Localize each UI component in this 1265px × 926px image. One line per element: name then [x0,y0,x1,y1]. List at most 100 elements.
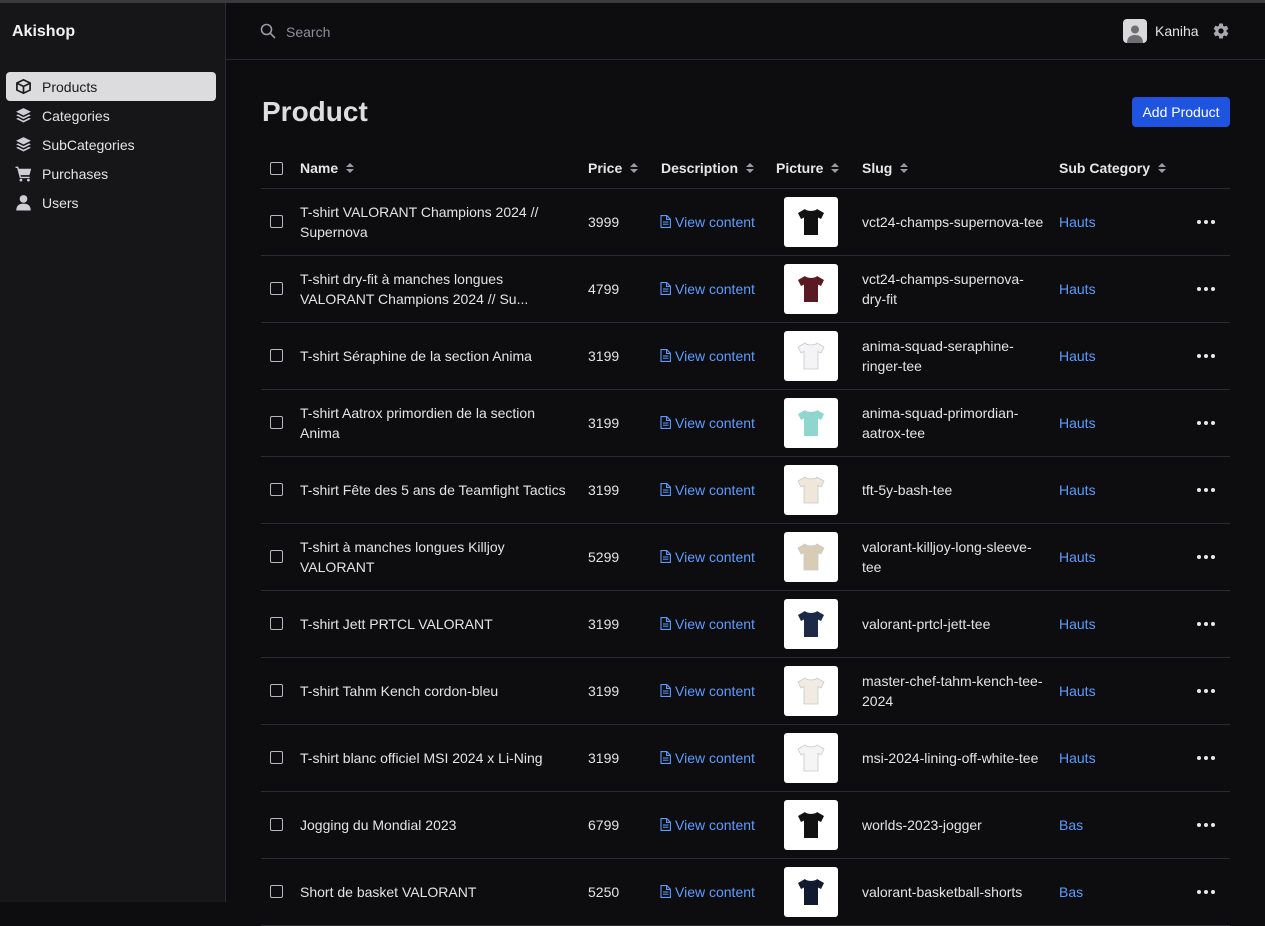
document-icon [660,617,671,630]
garment-image [798,409,824,436]
view-content-link[interactable]: View content [660,457,755,522]
more-horizontal-icon [1197,688,1215,693]
view-content-link[interactable]: View content [660,591,755,656]
view-content-link[interactable]: View content [660,725,755,790]
sub-category-link[interactable]: Hauts [1059,591,1096,656]
sub-category-link[interactable]: Hauts [1059,524,1096,589]
row-checkbox[interactable] [270,483,283,496]
sub-category-link[interactable]: Hauts [1059,457,1096,522]
row-checkbox[interactable] [270,282,283,295]
product-price: 3999 [588,213,620,230]
document-icon [660,483,671,496]
top-header: Kaniha [226,3,1265,60]
row-checkbox[interactable] [270,818,283,831]
sidebar-item-subcategories[interactable]: SubCategories [6,130,216,159]
column-label: Description [661,160,739,176]
view-content-link[interactable]: View content [660,323,755,388]
row-actions-button[interactable] [1196,390,1216,455]
view-content-link[interactable]: View content [660,859,755,924]
row-checkbox[interactable] [270,215,283,228]
view-content-label: View content [675,414,755,431]
sidebar-item-products[interactable]: Products [6,72,216,101]
add-product-button[interactable]: Add Product [1132,97,1230,127]
sub-category-link[interactable]: Hauts [1059,725,1096,790]
garment-image [797,542,825,570]
column-header-slug[interactable]: Slug [862,148,909,188]
row-checkbox[interactable] [270,550,283,563]
row-checkbox[interactable] [270,416,283,429]
product-name: T-shirt Jett PRTCL VALORANT [300,615,493,632]
sub-category-link[interactable]: Bas [1059,859,1083,924]
sort-icon [900,163,909,173]
product-picture-cell [784,323,838,388]
table-row: T-shirt Tahm Kench cordon-bleu 3199 View… [261,658,1230,725]
table-row: T-shirt Séraphine de la section Anima 31… [261,323,1230,390]
row-actions-button[interactable] [1196,256,1216,321]
sidebar: Akishop Products Categories SubCategorie… [0,3,226,902]
product-slug: master-chef-tahm-kench-tee-2024 [862,672,1043,709]
view-content-link[interactable]: View content [660,658,755,723]
product-thumbnail [784,598,838,649]
column-header-sub-category[interactable]: Sub Category [1059,148,1167,188]
sub-category-link[interactable]: Hauts [1059,189,1096,254]
row-actions-button[interactable] [1196,792,1216,857]
sub-category-link[interactable]: Hauts [1059,256,1096,321]
row-checkbox[interactable] [270,617,283,630]
gear-icon[interactable] [1212,22,1230,40]
sidebar-item-purchases[interactable]: Purchases [6,159,216,188]
product-price: 3199 [588,615,620,632]
select-all-checkbox[interactable] [270,161,283,175]
row-checkbox[interactable] [270,684,283,697]
row-actions-button[interactable] [1196,591,1216,656]
document-icon [660,550,671,563]
products-table: Name Price Description Picture Slug Sub … [261,148,1230,926]
sidebar-item-categories[interactable]: Categories [6,101,216,130]
sort-icon [831,163,840,173]
row-checkbox-cell [270,457,283,522]
more-horizontal-icon [1197,353,1215,358]
row-checkbox-cell [270,390,283,455]
product-price: 6799 [588,816,620,833]
column-header-name[interactable]: Name [300,148,355,188]
product-picture-cell [784,792,838,857]
search-input[interactable] [284,20,588,44]
sidebar-item-users[interactable]: Users [6,188,216,217]
row-actions-button[interactable] [1196,725,1216,790]
row-checkbox-cell [270,524,283,589]
sub-category-link[interactable]: Bas [1059,792,1083,857]
row-actions-button[interactable] [1196,457,1216,522]
product-name: Jogging du Mondial 2023 [300,816,457,833]
view-content-link[interactable]: View content [660,792,755,857]
user-name[interactable]: Kaniha [1155,23,1199,39]
document-icon [660,282,671,295]
sub-category-link[interactable]: Hauts [1059,390,1096,455]
row-checkbox-cell [270,189,283,254]
row-checkbox[interactable] [270,751,283,764]
row-actions-button[interactable] [1196,323,1216,388]
view-content-link[interactable]: View content [660,189,755,254]
column-header-description[interactable]: Description [661,148,755,188]
product-name: T-shirt VALORANT Champions 2024 // Super… [300,203,539,240]
garment-image [798,610,824,637]
view-content-link[interactable]: View content [660,256,755,321]
sidebar-item-label: Users [42,194,79,211]
column-header-picture[interactable]: Picture [776,148,840,188]
row-actions-button[interactable] [1196,658,1216,723]
product-thumbnail [784,665,838,716]
sub-category-link[interactable]: Hauts [1059,658,1096,723]
avatar[interactable] [1123,19,1147,43]
row-actions-button[interactable] [1196,859,1216,924]
column-header-price[interactable]: Price [588,148,639,188]
product-name: T-shirt à manches longues Killjoy VALORA… [300,538,505,575]
view-content-link[interactable]: View content [660,390,755,455]
sub-category-link[interactable]: Hauts [1059,323,1096,388]
row-checkbox[interactable] [270,885,283,898]
row-checkbox[interactable] [270,349,283,362]
garment-image [798,208,824,235]
row-actions-button[interactable] [1196,189,1216,254]
view-content-link[interactable]: View content [660,524,755,589]
column-label: Picture [776,160,824,176]
row-actions-button[interactable] [1196,524,1216,589]
product-thumbnail [784,732,838,783]
document-icon [660,885,671,898]
